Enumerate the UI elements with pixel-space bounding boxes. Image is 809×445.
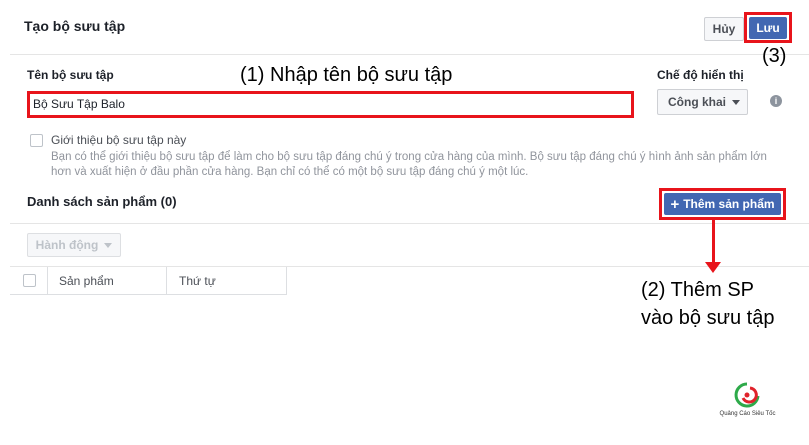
save-button[interactable]: Lưu xyxy=(749,17,787,39)
dialog-title: Tạo bộ sưu tập xyxy=(24,18,126,34)
visibility-select[interactable]: Công khai xyxy=(657,89,748,115)
column-header-order[interactable]: Thứ tự xyxy=(179,267,216,295)
brand-logo: Quảng Cáo Siêu Tốc xyxy=(700,380,795,430)
annotation-arrow-line xyxy=(712,220,715,264)
add-product-label: Thêm sản phẩm xyxy=(683,197,775,211)
column-separator xyxy=(166,267,167,295)
product-table-header: Sản phẩm Thứ tự xyxy=(10,267,287,295)
visibility-value: Công khai xyxy=(668,95,727,109)
product-list-title: Danh sách sản phẩm (0) xyxy=(27,194,177,209)
column-header-product[interactable]: Sản phẩm xyxy=(59,267,114,295)
feature-description: Bạn có thể giới thiệu bộ sưu tập để làm … xyxy=(51,151,767,178)
toolbar-divider-top xyxy=(10,223,809,224)
dialog-header: Tạo bộ sưu tập xyxy=(10,0,809,55)
column-separator xyxy=(47,267,48,295)
annotation-step3: (3) xyxy=(762,45,787,67)
cancel-button[interactable]: Hủy xyxy=(704,17,744,41)
collection-name-label: Tên bộ sưu tập xyxy=(27,68,114,82)
feature-collection-checkbox[interactable] xyxy=(30,134,43,147)
collection-name-input[interactable] xyxy=(33,95,629,113)
chevron-down-icon xyxy=(732,99,741,105)
add-product-button[interactable]: + Thêm sản phẩm xyxy=(664,193,781,215)
actions-label: Hành động xyxy=(35,238,99,252)
annotation-step2-line2: vào bộ sưu tập xyxy=(641,307,775,329)
select-all-checkbox[interactable] xyxy=(23,274,36,287)
arrow-down-icon xyxy=(705,262,721,273)
chevron-down-icon xyxy=(104,242,113,248)
actions-dropdown[interactable]: Hành động xyxy=(27,233,121,257)
plus-icon: + xyxy=(670,195,680,213)
info-icon[interactable]: i xyxy=(770,95,782,107)
annotation-step2-line1: (2) Thêm SP xyxy=(641,279,754,301)
logo-mark-icon xyxy=(734,382,760,408)
logo-text: Quảng Cáo Siêu Tốc xyxy=(719,411,776,417)
annotation-step1: (1) Nhập tên bộ sưu tập xyxy=(240,64,453,86)
visibility-label: Chế độ hiển thị xyxy=(657,68,744,82)
create-collection-dialog: Tạo bộ sưu tập Hủy Lưu (3) Tên bộ sưu tậ… xyxy=(0,0,809,445)
feature-collection-label: Giới thiệu bộ sưu tập này xyxy=(51,133,187,147)
